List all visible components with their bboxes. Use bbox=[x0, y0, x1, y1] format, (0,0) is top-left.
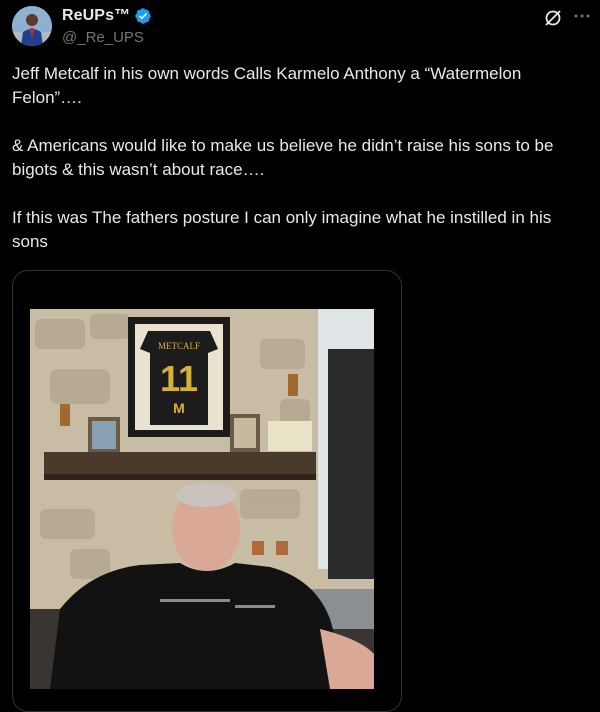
avatar[interactable] bbox=[12, 6, 52, 46]
tweet-text: Jeff Metcalf in his own words Calls Karm… bbox=[12, 62, 588, 278]
tweet-paragraph: & Americans would like to make us believ… bbox=[12, 136, 554, 179]
media-card[interactable]: METCALF 11 M bbox=[12, 270, 402, 712]
grok-icon[interactable] bbox=[543, 8, 563, 28]
tweet-paragraph: If this was The fathers posture I can on… bbox=[12, 208, 552, 251]
author-handle[interactable]: @_Re_UPS bbox=[62, 29, 144, 46]
jersey-name: METCALF bbox=[158, 341, 200, 351]
video-frame[interactable]: METCALF 11 M bbox=[30, 309, 374, 689]
jersey-number: 11 bbox=[160, 358, 198, 399]
verified-badge-icon bbox=[134, 7, 152, 25]
display-name[interactable]: ReUPs™ bbox=[62, 7, 130, 25]
tweet-post: ReUPs™ @_Re_UPS Jeff Metcalf in his own … bbox=[0, 0, 600, 712]
tweet-paragraph: Jeff Metcalf in his own words Calls Karm… bbox=[12, 64, 522, 107]
jersey-letter: M bbox=[173, 400, 185, 416]
more-icon[interactable] bbox=[572, 6, 592, 26]
